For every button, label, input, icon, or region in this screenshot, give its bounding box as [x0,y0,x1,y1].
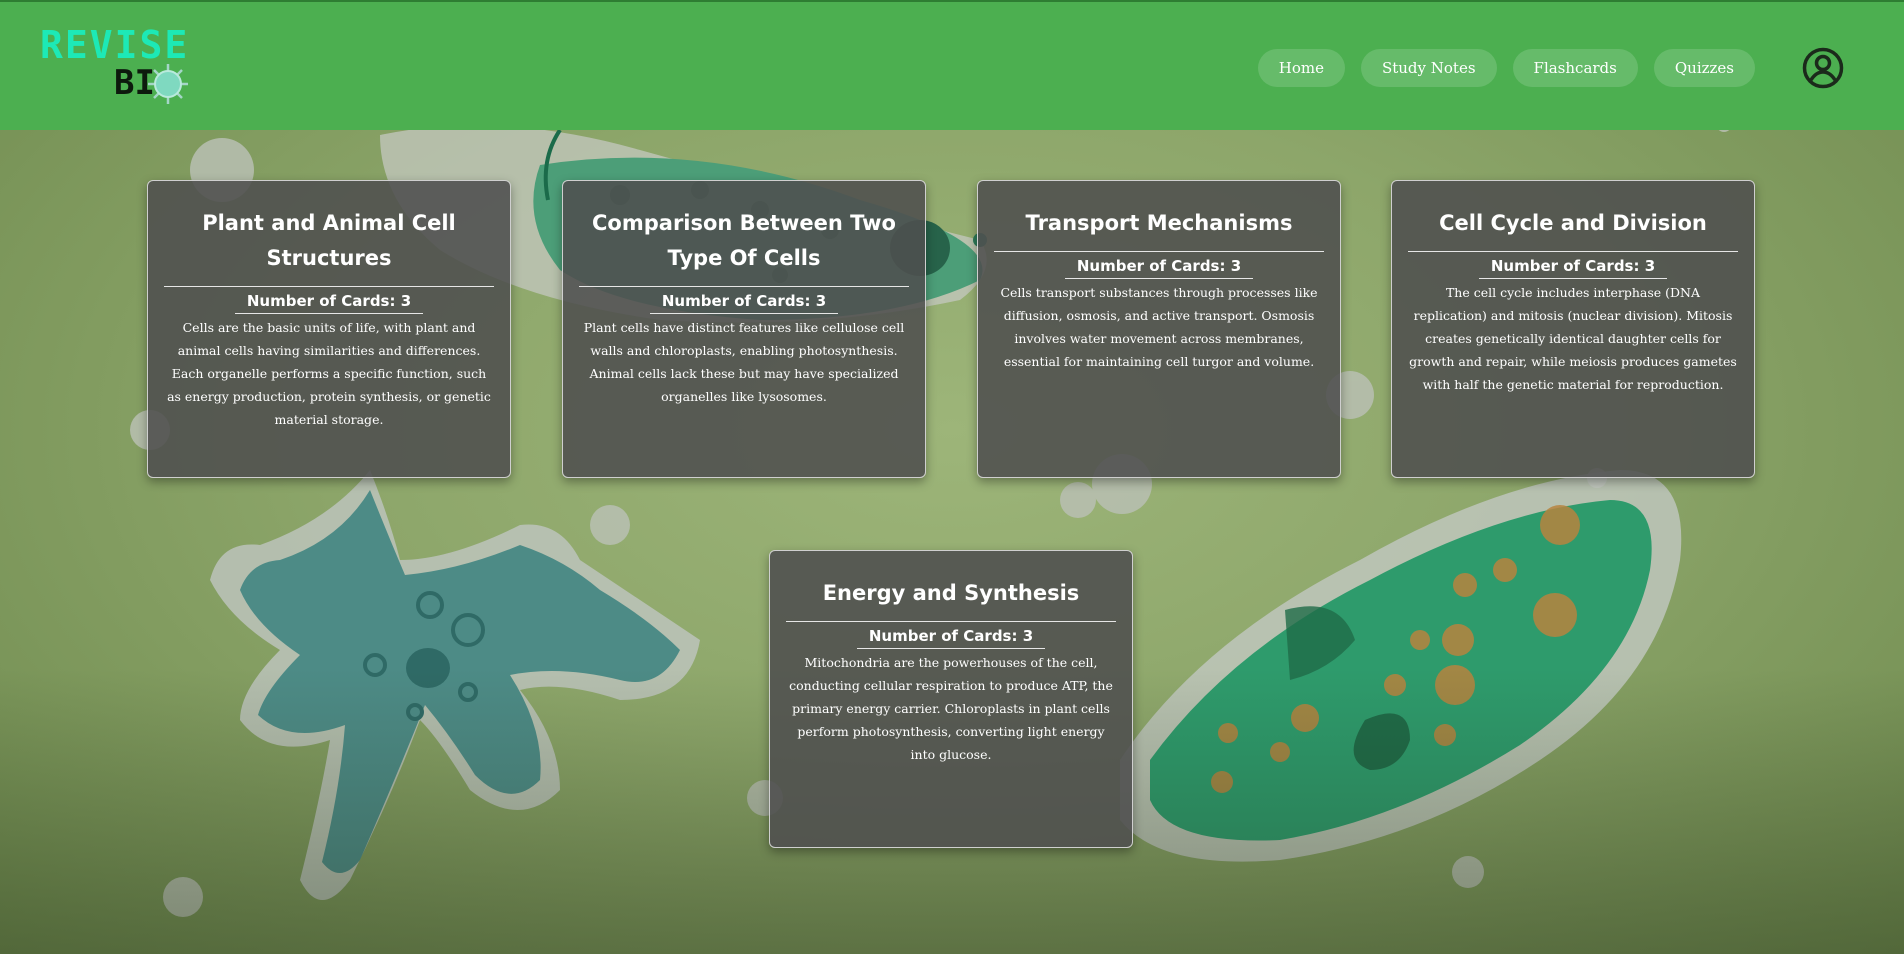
topic-card-energy-synthesis[interactable]: Energy and Synthesis Number of Cards: 3 … [769,550,1133,848]
main-nav: Home Study Notes Flashcards Quizzes [1257,49,1755,87]
nav-flashcards-button[interactable]: Flashcards [1512,49,1638,87]
card-count: Number of Cards: 3 [234,290,424,314]
card-description: Cells transport substances through proce… [1000,285,1318,369]
card-title: Plant and Animal Cell Structures [164,206,494,287]
card-count: Number of Cards: 3 [1064,255,1254,279]
card-title: Transport Mechanisms [994,206,1324,252]
nav-study-notes-button[interactable]: Study Notes [1360,49,1497,87]
nav-home-button[interactable]: Home [1257,49,1345,87]
user-circle-icon[interactable] [1802,47,1844,89]
card-description: The cell cycle includes interphase (DNA … [1409,285,1737,392]
card-description: Mitochondria are the powerhouses of the … [789,655,1113,762]
card-description: Cells are the basic units of life, with … [167,320,491,427]
revise-bio-logo[interactable]: REVISE BI [40,22,190,104]
topic-card-plant-animal-cell[interactable]: Plant and Animal Cell Structures Number … [147,180,511,478]
nav-quizzes-button[interactable]: Quizzes [1653,49,1755,87]
virus-icon [148,64,188,104]
card-count: Number of Cards: 3 [649,290,839,314]
topic-card-comparison-cells[interactable]: Comparison Between Two Type Of Cells Num… [562,180,926,478]
card-title: Cell Cycle and Division [1408,206,1738,252]
topic-card-cell-cycle[interactable]: Cell Cycle and Division Number of Cards:… [1391,180,1755,478]
topic-card-transport-mechanisms[interactable]: Transport Mechanisms Number of Cards: 3 … [977,180,1341,478]
card-description: Plant cells have distinct features like … [583,320,905,404]
card-count: Number of Cards: 3 [1478,255,1668,279]
card-title: Energy and Synthesis [786,576,1116,622]
card-title: Comparison Between Two Type Of Cells [579,206,909,287]
logo-wordmark-top: REVISE [40,23,190,67]
card-count: Number of Cards: 3 [856,625,1046,649]
top-navbar: REVISE BI Home Study Notes Flashcards Qu… [0,0,1904,130]
